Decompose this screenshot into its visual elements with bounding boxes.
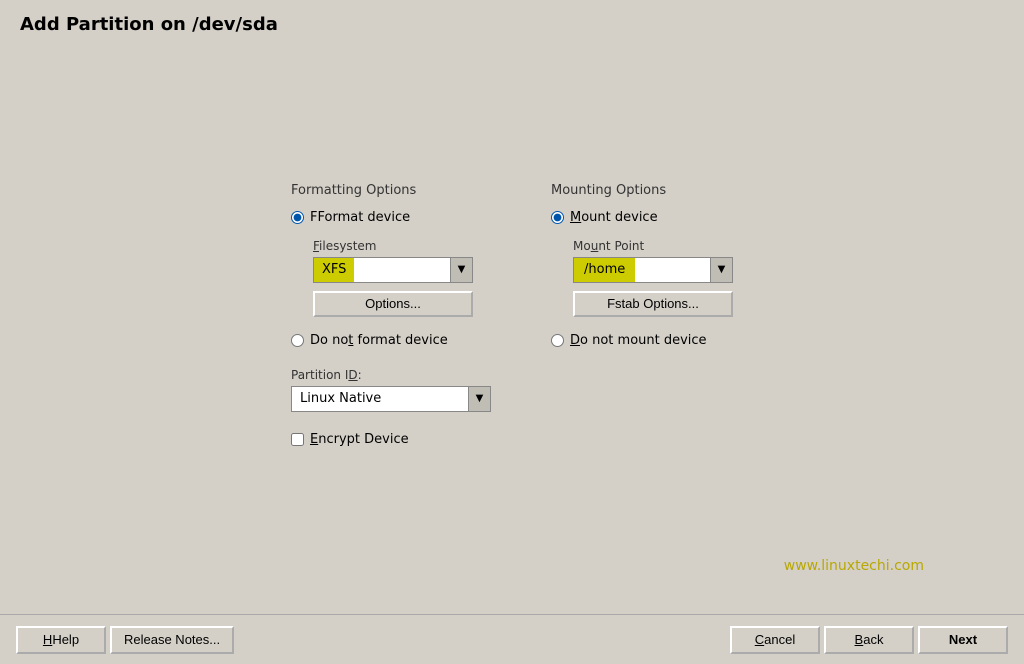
partition-id-section: Partition ID: Linux Native ▼: [291, 368, 491, 412]
do-not-format-radio[interactable]: [291, 334, 304, 347]
form-area: Formatting Options FFormat device Filesy…: [291, 183, 733, 447]
filesystem-options-button[interactable]: Options...: [313, 291, 473, 317]
format-device-radio[interactable]: [291, 211, 304, 224]
filesystem-value: XFS: [314, 258, 354, 282]
mount-device-label[interactable]: Mount device: [570, 210, 658, 225]
do-not-format-label[interactable]: Do not format device: [310, 333, 448, 348]
formatting-section-label: Formatting Options: [291, 183, 491, 198]
bottom-left-buttons: HHelp Release Notes...: [16, 626, 234, 654]
page-title: Add Partition on /dev/sda: [20, 14, 1004, 35]
partition-id-label: Partition ID:: [291, 368, 491, 382]
next-button[interactable]: Next: [918, 626, 1008, 654]
release-notes-button[interactable]: Release Notes...: [110, 626, 234, 654]
format-device-label[interactable]: FFormat device: [310, 210, 410, 225]
bottom-bar: HHelp Release Notes... Cancel Back Next: [0, 614, 1024, 664]
title-bar: Add Partition on /dev/sda: [0, 0, 1024, 45]
mount-point-dropdown-arrow[interactable]: ▼: [710, 258, 732, 282]
partition-id-dropdown-arrow[interactable]: ▼: [468, 387, 490, 411]
mounting-section-label: Mounting Options: [551, 183, 733, 198]
do-not-mount-label[interactable]: Do not mount device: [570, 333, 707, 348]
filesystem-dropdown[interactable]: XFS ▼: [313, 257, 473, 283]
mount-point-block: Mount Point /home ▼ Fstab Options...: [573, 239, 733, 317]
filesystem-dropdown-arrow[interactable]: ▼: [450, 258, 472, 282]
partition-id-value: Linux Native: [292, 389, 468, 408]
mount-point-value: /home: [574, 258, 635, 282]
encrypt-section: Encrypt Device: [291, 432, 491, 447]
partition-id-dropdown[interactable]: Linux Native ▼: [291, 386, 491, 412]
bottom-right-buttons: Cancel Back Next: [730, 626, 1008, 654]
back-button[interactable]: Back: [824, 626, 914, 654]
mounting-section: Mounting Options Mount device Mount Poin…: [551, 183, 733, 348]
do-not-mount-radio[interactable]: [551, 334, 564, 347]
filesystem-block: Filesystem XFS ▼ Options...: [313, 239, 491, 317]
mount-point-label: Mount Point: [573, 239, 733, 253]
fstab-options-button[interactable]: Fstab Options...: [573, 291, 733, 317]
cancel-button[interactable]: Cancel: [730, 626, 820, 654]
watermark: www.linuxtechi.com: [784, 558, 924, 574]
encrypt-label[interactable]: Encrypt Device: [310, 432, 409, 447]
encrypt-checkbox[interactable]: [291, 433, 304, 446]
filesystem-label: Filesystem: [313, 239, 491, 253]
mount-device-radio[interactable]: [551, 211, 564, 224]
mount-radio-group: Mount device Mount Point /home ▼ Fstab O…: [551, 210, 733, 348]
do-not-format-radio-row[interactable]: Do not format device: [291, 333, 491, 348]
formatting-section: Formatting Options FFormat device Filesy…: [291, 183, 491, 447]
mount-device-radio-row[interactable]: Mount device: [551, 210, 733, 225]
mount-point-dropdown[interactable]: /home ▼: [573, 257, 733, 283]
main-content: Formatting Options FFormat device Filesy…: [0, 45, 1024, 614]
format-radio-group: FFormat device Filesystem XFS ▼ Options.…: [291, 210, 491, 348]
help-button[interactable]: HHelp: [16, 626, 106, 654]
do-not-mount-radio-row[interactable]: Do not mount device: [551, 333, 733, 348]
format-device-radio-row[interactable]: FFormat device: [291, 210, 491, 225]
